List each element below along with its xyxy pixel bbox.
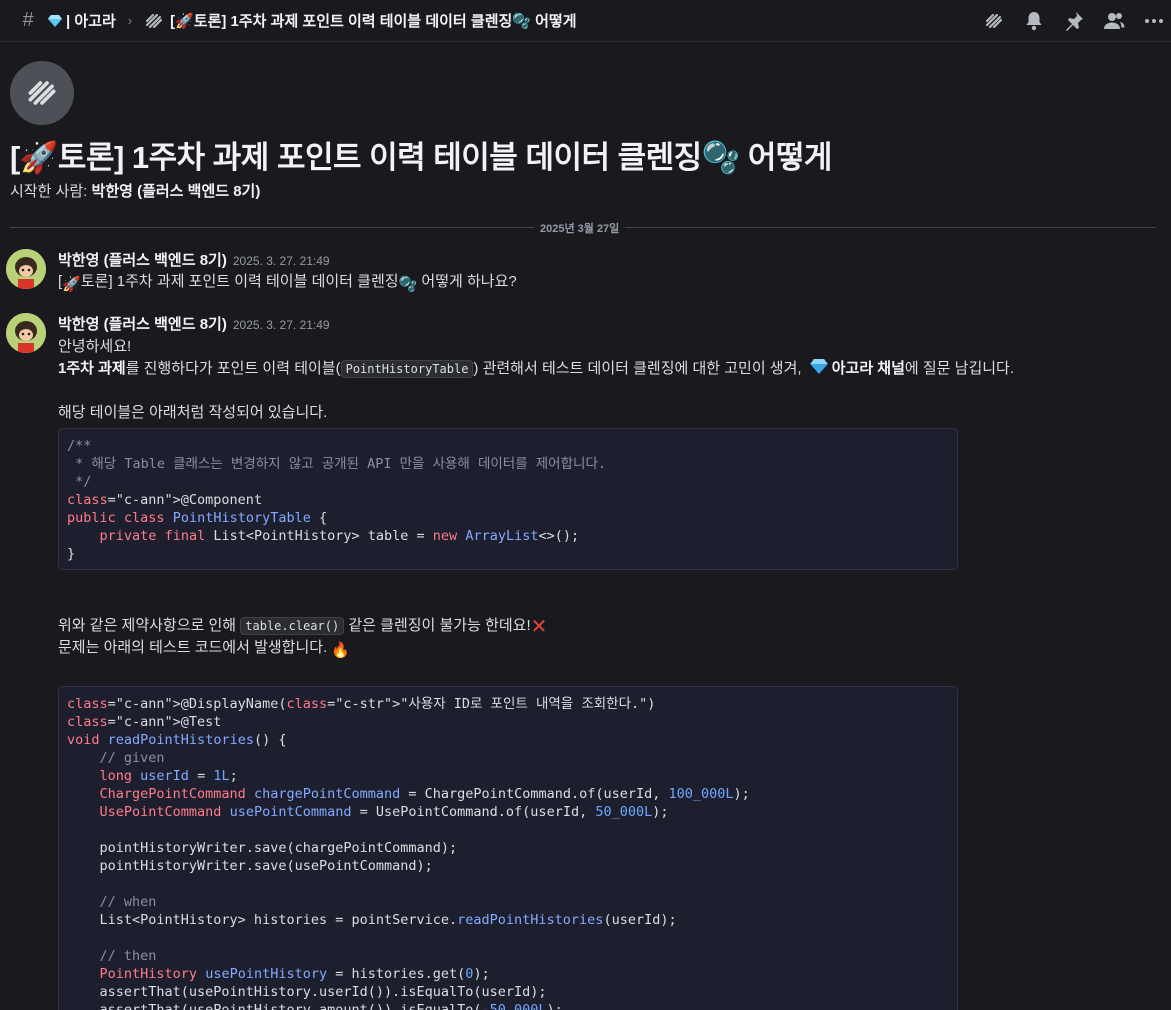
starter-label: 시작한 사람: xyxy=(10,183,88,200)
avatar[interactable] xyxy=(6,249,46,289)
bell-icon[interactable] xyxy=(1023,10,1045,32)
message-line: 해당 테이블은 아래처럼 작성되어 있습니다. xyxy=(58,404,328,421)
fire-icon: 🔥 xyxy=(331,642,351,659)
code-block: /** * 해당 Table 클래스는 변경하지 않고 공개된 API 만을 사… xyxy=(58,428,958,570)
message-text: 에 질문 남깁니다. xyxy=(904,360,1015,377)
channel-hash-icon: # xyxy=(22,9,34,31)
channel-name[interactable]: | 아고라 xyxy=(66,10,116,31)
breadcrumb-chevron-icon: › xyxy=(127,13,133,28)
bold-text: 1주차 과제 xyxy=(58,360,126,377)
thread-icon-large xyxy=(10,61,74,125)
pin-icon[interactable] xyxy=(1063,10,1085,32)
message-author[interactable]: 박한영 (플러스 백엔드 8기) xyxy=(58,252,227,269)
members-icon[interactable] xyxy=(1103,10,1125,32)
rocket-icon: 🚀 xyxy=(62,276,81,293)
gem-icon xyxy=(809,359,828,374)
starter-name[interactable]: 박한영 (플러스 백엔드 8기) xyxy=(92,183,261,200)
bubbles-icon: 🫧 xyxy=(398,276,418,293)
thread-starter: 시작한 사람: 박한영 (플러스 백엔드 8기) xyxy=(10,180,260,201)
avatar[interactable] xyxy=(6,313,46,353)
message-text: 위와 같은 제약사항으로 인해 xyxy=(58,617,241,634)
inline-code: PointHistoryTable xyxy=(340,360,474,378)
message-text: 같은 클렌징이 불가능 한데요! xyxy=(344,617,531,634)
date-divider: 2025년 3월 27일 xyxy=(534,220,626,236)
more-icon[interactable] xyxy=(1143,10,1165,32)
thread-title: [🚀토론] 1주차 과제 포인트 이력 테이블 데이터 클렌징🫧 어떻게 xyxy=(10,140,832,175)
inline-code: table.clear() xyxy=(240,617,345,635)
message-greeting: 안녕하세요! xyxy=(58,338,132,355)
message-text: 를 진행하다가 포인트 이력 테이블( xyxy=(125,360,341,377)
message-text: 토론] 1주차 과제 포인트 이력 테이블 데이터 클렌징 xyxy=(80,273,399,290)
gem-icon xyxy=(48,14,62,27)
message-content: [🚀토론] 1주차 과제 포인트 이력 테이블 데이터 클렌징🫧 어떻게 하나요… xyxy=(58,270,517,293)
message-header: 박한영 (플러스 백엔드 8기) 2025. 3. 27. 21:49 xyxy=(58,313,330,334)
channel-mention[interactable]: 아고라 채널 xyxy=(832,360,905,377)
cross-mark-icon: ✕ xyxy=(530,616,548,638)
message-timestamp: 2025. 3. 27. 21:49 xyxy=(232,254,330,268)
message-line: 문제는 아래의 테스트 코드에서 발생합니다. 🔥 xyxy=(58,636,350,659)
message-line: 1주차 과제를 진행하다가 포인트 이력 테이블(PointHistoryTab… xyxy=(58,357,1014,378)
thread-icon xyxy=(144,12,164,30)
message-text: 문제는 아래의 테스트 코드에서 발생합니다. xyxy=(58,639,328,656)
message-text: ) 관련해서 테스트 데이터 클렌징에 대한 고민이 생겨, xyxy=(473,360,806,377)
thread-title-breadcrumb: [🚀토론] 1주차 과제 포인트 이력 테이블 데이터 클렌징🫧 어떻게 xyxy=(170,13,577,30)
threads-icon[interactable] xyxy=(983,10,1005,32)
code-block: class="c-ann">@DisplayName(class="c-str"… xyxy=(58,686,958,1010)
message-text: 어떻게 하나요? xyxy=(417,273,517,290)
thread-header-bar: # | 아고라 › [🚀토론] 1주차 과제 포인트 이력 테이블 데이터 클렌… xyxy=(0,0,1171,42)
message-timestamp: 2025. 3. 27. 21:49 xyxy=(232,318,330,332)
message-header: 박한영 (플러스 백엔드 8기) 2025. 3. 27. 21:49 xyxy=(58,249,330,270)
message-author[interactable]: 박한영 (플러스 백엔드 8기) xyxy=(58,316,227,333)
